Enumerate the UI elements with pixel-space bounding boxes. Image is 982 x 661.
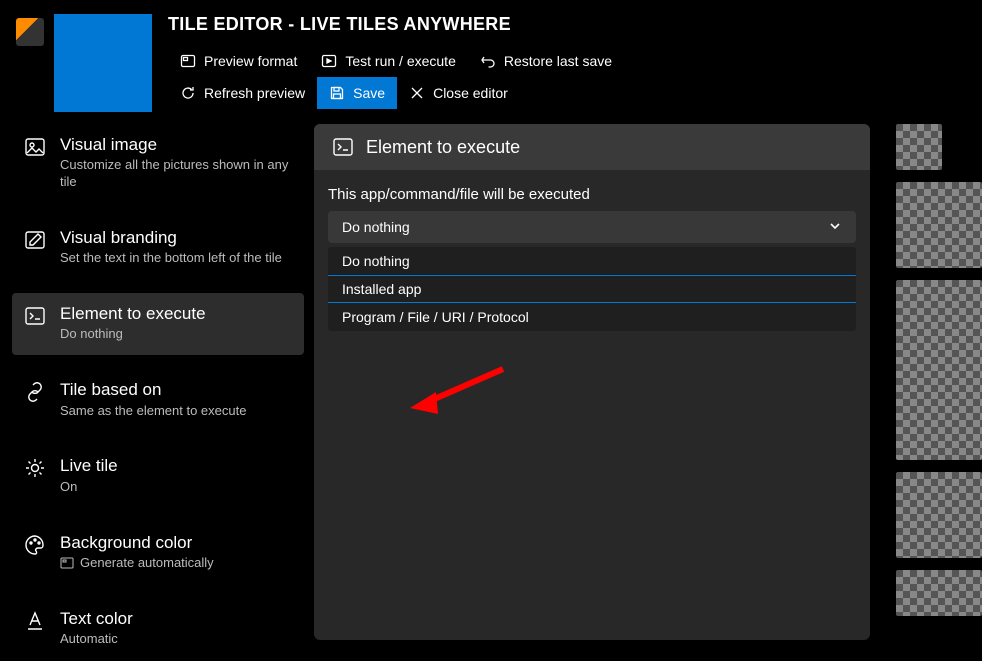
save-button[interactable]: Save <box>317 77 397 109</box>
dropdown-option-do-nothing[interactable]: Do nothing <box>328 247 856 275</box>
close-icon <box>409 85 425 101</box>
execute-icon <box>332 136 354 158</box>
dropdown-option-installed-app[interactable]: Installed app <box>328 275 856 303</box>
run-icon <box>321 53 337 69</box>
tile-thumb-extra[interactable] <box>896 570 982 616</box>
tile-thumb-large[interactable] <box>896 472 982 558</box>
execute-icon <box>24 305 46 327</box>
tile-thumb-small[interactable] <box>896 124 942 170</box>
tile-preview <box>54 14 152 112</box>
close-button[interactable]: Close editor <box>397 77 520 109</box>
header: TILE EDITOR - LIVE TILES ANYWHERE Previe… <box>0 0 982 120</box>
auto-icon <box>60 556 74 570</box>
sidebar-item-visual-branding[interactable]: Visual branding Set the text in the bott… <box>12 217 304 279</box>
page-title: TILE EDITOR - LIVE TILES ANYWHERE <box>168 14 966 35</box>
main-panel: Element to execute This app/command/file… <box>314 124 870 640</box>
sidebar-item-element-execute[interactable]: Element to execute Do nothing <box>12 293 304 355</box>
tile-thumb-wide[interactable] <box>896 280 982 460</box>
panel-header: Element to execute <box>314 124 870 170</box>
save-icon <box>329 85 345 101</box>
preview-format-button[interactable]: Preview format <box>168 45 309 77</box>
brightness-icon <box>24 457 46 479</box>
dropdown-option-program[interactable]: Program / File / URI / Protocol <box>328 303 856 331</box>
sidebar-item-bg-color[interactable]: Background color Generate automatically <box>12 522 304 584</box>
sidebar-item-tile-based[interactable]: Tile based on Same as the element to exe… <box>12 369 304 431</box>
edit-icon <box>24 229 46 251</box>
sidebar-item-visual-image[interactable]: Visual image Customize all the pictures … <box>12 124 304 203</box>
panel-label: This app/command/file will be executed <box>328 186 856 203</box>
dropdown-button[interactable]: Do nothing <box>328 211 856 243</box>
tile-thumb-medium[interactable] <box>896 182 982 268</box>
app-icon <box>16 18 44 46</box>
sidebar: Visual image Customize all the pictures … <box>12 120 304 660</box>
toolbar: Preview format Test run / execute Restor… <box>168 45 748 109</box>
tile-size-previews <box>896 120 982 660</box>
refresh-icon <box>180 85 196 101</box>
restore-button[interactable]: Restore last save <box>468 45 624 77</box>
link-icon <box>24 381 46 403</box>
refresh-button[interactable]: Refresh preview <box>168 77 317 109</box>
image-icon <box>24 136 46 158</box>
sidebar-item-text-color[interactable]: Text color Automatic <box>12 598 304 660</box>
text-color-icon <box>24 610 46 632</box>
execute-dropdown[interactable]: Do nothing Do nothing Installed app Prog… <box>328 211 856 331</box>
undo-icon <box>480 53 496 69</box>
preview-icon <box>180 53 196 69</box>
dropdown-list: Do nothing Installed app Program / File … <box>328 247 856 331</box>
test-run-button[interactable]: Test run / execute <box>309 45 468 77</box>
chevron-down-icon <box>828 219 842 236</box>
sidebar-item-live-tile[interactable]: Live tile On <box>12 445 304 507</box>
palette-icon <box>24 534 46 556</box>
